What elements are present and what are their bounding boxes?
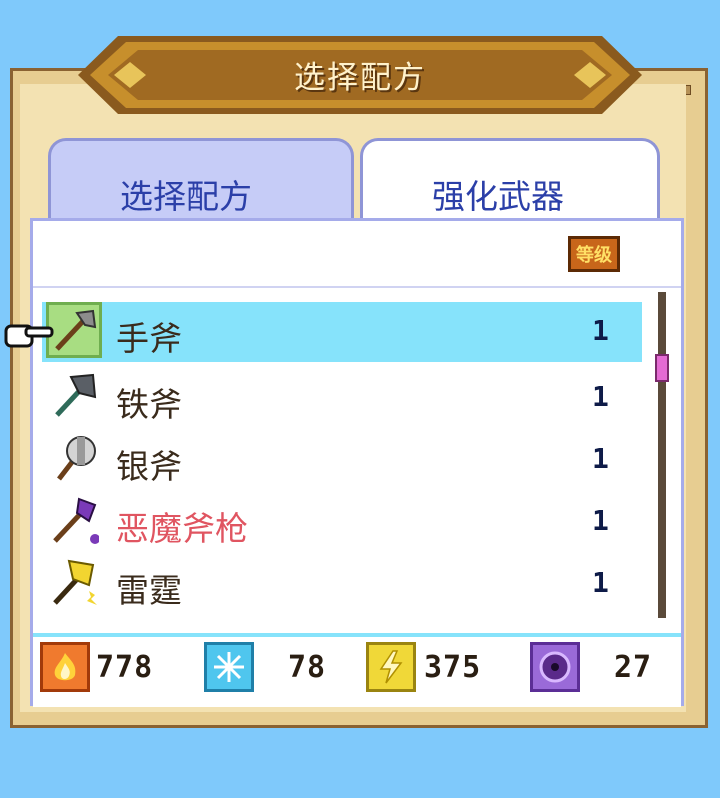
level-column-badge: 等级 <box>568 236 620 272</box>
weapon-row[interactable]: 手斧 1 <box>42 302 642 362</box>
weapon-row[interactable]: 恶魔斧枪 1 <box>42 492 642 552</box>
tab-upgrade-weapon-label: 强化武器 <box>432 177 564 216</box>
weapon-row[interactable]: 雷霆 1 <box>42 554 642 614</box>
weapon-level: 1 <box>592 380 609 413</box>
silver-axe-icon <box>46 430 102 486</box>
weapon-name: 铁斧 <box>116 385 182 424</box>
weapon-name: 雷霆 <box>116 571 182 610</box>
list-scrollbar[interactable] <box>658 292 666 618</box>
weapon-row[interactable]: 银斧 1 <box>42 430 642 490</box>
weapon-level: 1 <box>592 504 609 537</box>
weapon-level: 1 <box>592 442 609 475</box>
demon-halberd-icon <box>46 492 102 548</box>
scrollbar-thumb[interactable] <box>655 354 669 382</box>
weapon-name: 恶魔斧枪 <box>116 509 248 548</box>
fire-resource-count: 778 <box>96 650 154 685</box>
ice-icon <box>204 642 254 692</box>
weapon-level: 1 <box>592 314 609 347</box>
lightning-icon <box>366 642 416 692</box>
weapon-row[interactable]: 铁斧 1 <box>42 368 642 428</box>
ice-resource-count: 78 <box>288 650 327 685</box>
weapon-name: 银斧 <box>116 447 182 486</box>
lightning-resource-count: 375 <box>424 650 482 685</box>
weapon-level: 1 <box>592 566 609 599</box>
tab-select-recipe-label: 选择配方 <box>120 177 252 216</box>
dark-resource-count: 27 <box>614 650 653 685</box>
thunder-axe-icon <box>46 554 102 610</box>
window-title: 选择配方 <box>294 60 426 96</box>
pointer-hand-icon <box>4 324 54 348</box>
fire-icon <box>40 642 90 692</box>
dark-vortex-icon <box>530 642 580 692</box>
iron-axe-icon <box>46 368 102 424</box>
header-divider <box>33 286 681 288</box>
weapon-name: 手斧 <box>116 319 182 358</box>
